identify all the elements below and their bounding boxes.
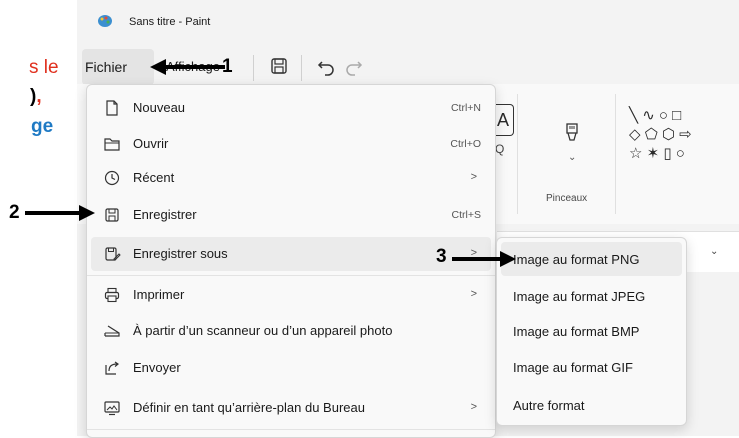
save-icon — [105, 208, 119, 222]
menu-item-envoyer[interactable]: Envoyer — [91, 351, 491, 385]
ribbon-divider — [517, 94, 518, 214]
menu-item-arriere-plan[interactable]: Définir en tant qu’arrière-plan du Burea… — [91, 391, 491, 425]
submenu-item-gif[interactable]: Image au format GIF — [501, 350, 682, 384]
menu-divider — [87, 275, 495, 276]
menu-item-scanner[interactable]: À partir d’un scanneur ou d’un appareil … — [91, 314, 491, 348]
menu-item-label: Nouveau — [133, 100, 186, 115]
chevron-right-icon: > — [470, 171, 477, 183]
menu-item-label: Récent — [133, 170, 175, 185]
new-file-icon — [106, 100, 118, 116]
ribbon-divider — [615, 94, 616, 214]
file-menu: Nouveau Ctrl+N Ouvrir Ctrl+O Récent > En… — [86, 84, 496, 438]
left-text-line1: s le — [29, 57, 59, 78]
callout-number-3: 3 — [436, 246, 447, 267]
menu-item-imprimer[interactable]: Imprimer > — [91, 278, 491, 312]
menu-item-recent[interactable]: Récent > — [91, 161, 491, 195]
paint-app-icon — [98, 15, 112, 27]
menu-item-label: À partir d’un scanneur ou d’un appareil … — [133, 323, 393, 338]
menu-item-enregistrer[interactable]: Enregistrer Ctrl+S — [91, 198, 491, 232]
submenu-item-autre-format[interactable]: Autre format — [501, 388, 682, 422]
chevron-right-icon: > — [470, 401, 477, 413]
submenu-item-label: Image au format GIF — [513, 360, 633, 375]
menu-item-label: Imprimer — [133, 287, 185, 302]
undo-icon[interactable] — [313, 53, 339, 79]
save-icon[interactable] — [266, 53, 292, 79]
callout-number-1: 1 — [222, 56, 233, 77]
shapes-row-1: ╲ ∿ ○ □ — [629, 107, 682, 124]
menu-item-shortcut: Ctrl+S — [451, 209, 481, 221]
window-title: Sans titre - Paint — [129, 16, 211, 28]
menu-fichier[interactable]: Fichier — [82, 49, 154, 85]
scanner-icon — [104, 325, 120, 337]
menu-item-enregistrer-sous[interactable]: Enregistrer sous > — [91, 237, 491, 271]
menu-item-label: Envoyer — [133, 360, 181, 375]
toolbar-divider — [253, 55, 254, 81]
menu-item-label: Ouvrir — [133, 136, 169, 151]
left-text-line2: ), — [30, 86, 42, 108]
text-tool-icon[interactable]: A — [493, 104, 514, 136]
redo-icon[interactable] — [341, 53, 367, 79]
submenu-item-label: Image au format JPEG — [513, 289, 646, 304]
magnifier-icon[interactable]: Q — [495, 142, 504, 156]
callout-arrow-3 — [452, 251, 516, 267]
chevron-down-icon[interactable]: ⌄ — [710, 246, 718, 257]
callout-arrow-2 — [25, 205, 95, 221]
left-text-comma: , — [36, 86, 42, 107]
shapes-gallery[interactable]: ╲ ∿ ○ □ ◇ ⬠ ⬡ ⇨ ☆ ✶ ▯ ○ — [629, 106, 739, 163]
menu-item-shortcut: Ctrl+O — [450, 138, 481, 150]
save-as-icon — [105, 247, 121, 261]
printer-icon — [104, 287, 120, 303]
save-as-submenu: Image au format PNG Image au format JPEG… — [496, 237, 687, 426]
shapes-row-2: ◇ ⬠ ⬡ ⇨ — [629, 126, 692, 143]
menu-item-ouvrir[interactable]: Ouvrir Ctrl+O — [91, 127, 491, 161]
shapes-row-3: ☆ ✶ ▯ ○ — [629, 145, 685, 162]
menu-item-label: Enregistrer — [133, 207, 197, 222]
callout-arrow-1 — [150, 59, 225, 75]
folder-icon — [104, 138, 120, 151]
callout-number-2: 2 — [9, 202, 20, 223]
submenu-item-label: Image au format PNG — [513, 252, 640, 267]
submenu-item-png[interactable]: Image au format PNG — [501, 242, 682, 276]
pinceaux-label: Pinceaux — [546, 193, 588, 204]
menu-item-label: Enregistrer sous — [133, 246, 228, 261]
chevron-right-icon: > — [470, 288, 477, 300]
submenu-item-bmp[interactable]: Image au format BMP — [501, 314, 682, 348]
submenu-item-label: Autre format — [513, 398, 585, 413]
left-text-line3: ge — [31, 116, 54, 137]
title-bar: Sans titre - Paint — [77, 0, 739, 40]
brush-icon[interactable] — [559, 120, 585, 146]
toolbar-divider — [301, 55, 302, 81]
desktop-background-icon — [104, 401, 120, 416]
menu-item-nouveau[interactable]: Nouveau Ctrl+N — [91, 91, 491, 125]
submenu-item-label: Image au format BMP — [513, 324, 640, 339]
clock-icon — [104, 170, 120, 186]
share-icon — [105, 361, 120, 375]
menu-divider — [87, 429, 495, 430]
brush-dropdown-chevron-icon[interactable]: ⌄ — [568, 152, 576, 163]
menu-item-shortcut: Ctrl+N — [450, 102, 481, 114]
menu-item-label: Définir en tant qu’arrière-plan du Burea… — [133, 400, 365, 415]
submenu-item-jpeg[interactable]: Image au format JPEG — [501, 279, 682, 313]
